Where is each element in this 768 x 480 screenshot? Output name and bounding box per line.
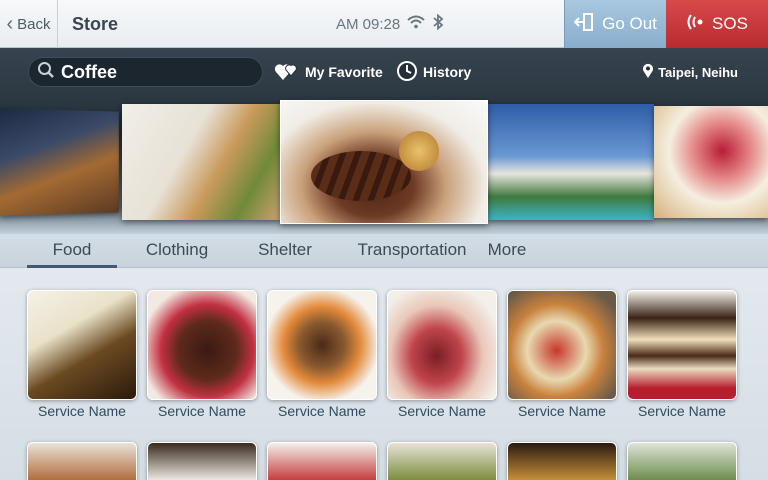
search-input[interactable]	[61, 61, 241, 83]
location-label: Taipei, Neihu	[658, 64, 738, 80]
service-thumbnail-chocolate-cake	[147, 290, 257, 400]
service-thumbnail	[627, 442, 737, 480]
service-card[interactable]	[147, 442, 257, 480]
tab-food[interactable]: Food	[27, 234, 117, 268]
service-thumbnail-steak-lobster	[267, 290, 377, 400]
category-tabs: Food Clothing Shelter Transportation Mor…	[0, 234, 768, 268]
history-link[interactable]: History	[396, 57, 471, 87]
carousel-slide-berry-tart[interactable]	[654, 106, 768, 218]
service-card[interactable]: Service Name	[387, 290, 497, 419]
service-name: Service Name	[518, 403, 606, 419]
garnish-image	[399, 131, 439, 171]
top-bar: ‹ Back Store AM 09:28 Go Out SOS	[0, 0, 768, 48]
service-card[interactable]: Service Name	[627, 290, 737, 419]
go-out-button[interactable]: Go Out	[564, 0, 666, 48]
service-thumbnail	[387, 442, 497, 480]
carousel-slide-hotel-pool[interactable]	[488, 104, 654, 220]
back-button[interactable]: ‹ Back	[0, 0, 58, 48]
tab-clothing[interactable]: Clothing	[132, 234, 222, 268]
back-label: Back	[17, 15, 51, 33]
sos-button[interactable]: SOS	[666, 0, 768, 48]
alarm-waves-icon	[686, 13, 706, 36]
carousel-slide-steak-featured[interactable]	[280, 100, 488, 224]
service-card[interactable]	[387, 442, 497, 480]
chevron-left-icon: ‹	[6, 12, 14, 35]
service-card[interactable]: Service Name	[147, 290, 257, 419]
service-name: Service Name	[398, 403, 486, 419]
service-thumbnail	[507, 442, 617, 480]
service-name: Service Name	[38, 403, 126, 419]
page-title: Store	[72, 14, 119, 34]
hearts-icon	[274, 60, 300, 85]
service-thumbnail-sliced-beef	[387, 290, 497, 400]
featured-carousel[interactable]	[0, 100, 768, 224]
service-name: Service Name	[638, 403, 726, 419]
tab-transportation[interactable]: Transportation	[356, 234, 468, 268]
sos-label: SOS	[712, 14, 748, 33]
service-card[interactable]	[27, 442, 137, 480]
clock-icon	[396, 60, 418, 85]
door-exit-icon	[573, 11, 596, 38]
service-card[interactable]	[627, 442, 737, 480]
search-box[interactable]	[28, 57, 263, 87]
history-label: History	[423, 64, 472, 80]
carousel-slide-restaurant-night[interactable]	[0, 108, 119, 216]
service-name: Service Name	[278, 403, 366, 419]
service-thumbnail-pizza	[507, 290, 617, 400]
search-icon	[37, 61, 55, 84]
tab-shelter[interactable]: Shelter	[246, 234, 324, 268]
service-card[interactable]: Service Name	[267, 290, 377, 419]
wifi-icon	[407, 15, 425, 33]
bluetooth-icon	[432, 13, 444, 34]
service-card[interactable]	[507, 442, 617, 480]
service-thumbnail	[267, 442, 377, 480]
service-name: Service Name	[158, 403, 246, 419]
map-pin-icon	[642, 63, 654, 82]
service-grid: Service Name Service Name Service Name S…	[0, 268, 768, 480]
tab-more[interactable]: More	[484, 234, 530, 268]
service-card[interactable]: Service Name	[27, 290, 137, 419]
service-thumbnail	[27, 442, 137, 480]
status-area: AM 09:28	[336, 0, 444, 48]
service-thumbnail-layer-cake	[627, 290, 737, 400]
location-indicator[interactable]: Taipei, Neihu	[642, 57, 738, 87]
carousel-slide-banquet-table[interactable]	[122, 104, 280, 220]
my-favorite-label: My Favorite	[305, 64, 383, 80]
service-thumbnail	[147, 442, 257, 480]
service-card[interactable]	[267, 442, 377, 480]
service-thumbnail-iced-coffee	[27, 290, 137, 400]
my-favorite-link[interactable]: My Favorite	[274, 57, 383, 87]
go-out-label: Go Out	[602, 14, 657, 33]
clock: AM 09:28	[336, 15, 401, 33]
service-card[interactable]: Service Name	[507, 290, 617, 419]
header-band: My Favorite History Taipei, Neihu	[0, 48, 768, 234]
steak-image	[311, 151, 411, 201]
